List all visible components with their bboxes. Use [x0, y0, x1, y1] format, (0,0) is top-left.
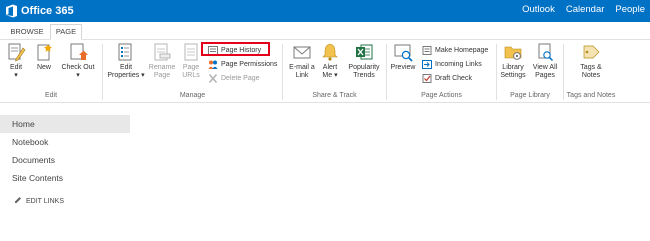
edit-dropdown-icon: ▾ — [14, 72, 18, 79]
delete-page-button[interactable]: Delete Page — [208, 73, 260, 84]
nav-item-documents[interactable]: Documents — [0, 151, 130, 169]
suite-bar: Office 365 Outlook Calendar People — [0, 0, 650, 22]
rename-page-button[interactable]: Rename Page — [148, 42, 176, 80]
homepage-icon — [422, 46, 432, 55]
bell-icon — [320, 42, 340, 62]
new-label: New — [36, 64, 51, 71]
incoming-links-icon — [422, 60, 432, 69]
email-link-label: E-mail a — [289, 64, 315, 71]
delete-x-icon — [208, 73, 218, 84]
edit-properties-label: Edit — [119, 64, 133, 71]
nav-people[interactable]: People — [615, 4, 645, 15]
envelope-icon — [292, 42, 312, 62]
tag-icon — [581, 42, 601, 62]
nav-item-notebook[interactable]: Notebook — [0, 133, 130, 151]
properties-icon — [116, 42, 136, 62]
make-homepage-label: Make Homepage — [435, 47, 489, 54]
tags-notes-label-2: Notes — [581, 72, 601, 79]
check-out-dropdown-icon: ▾ — [76, 72, 80, 79]
incoming-links-label: Incoming Links — [435, 61, 482, 68]
page-urls-label-2: URLs — [182, 72, 200, 79]
group-label-page-actions: Page Actions — [421, 92, 462, 99]
nav-item-home[interactable]: Home — [0, 115, 130, 133]
quick-launch: Home Notebook Documents Site Contents — [0, 115, 130, 187]
check-out-icon — [68, 42, 88, 62]
view-all-pages-icon — [535, 42, 555, 62]
edit-page-icon — [6, 42, 26, 62]
view-all-pages-button[interactable]: View All Pages — [530, 42, 560, 80]
pencil-icon — [14, 196, 22, 206]
popularity-trends-label: Popularity — [348, 64, 380, 71]
people-icon — [208, 60, 218, 69]
delete-page-label: Delete Page — [221, 75, 260, 82]
incoming-links-button[interactable]: Incoming Links — [422, 59, 482, 70]
ribbon-tab-row: BROWSE PAGE — [0, 22, 650, 40]
nav-calendar[interactable]: Calendar — [566, 4, 605, 15]
popularity-trends-button[interactable]: Popularity Trends — [344, 42, 384, 80]
tab-page[interactable]: PAGE — [50, 24, 82, 40]
preview-button[interactable]: Preview — [388, 42, 418, 72]
email-link-label-2: Link — [295, 72, 309, 79]
new-page-icon — [34, 42, 54, 62]
app-name: Office 365 — [21, 5, 74, 17]
popularity-trends-label-2: Trends — [353, 72, 375, 79]
edit-properties-label-2: Properties ▾ — [107, 72, 145, 79]
tags-notes-button[interactable]: Tags & Notes — [575, 42, 607, 80]
edit-links-button[interactable]: EDIT LINKS — [14, 196, 64, 206]
page-permissions-label: Page Permissions — [221, 61, 278, 68]
view-all-pages-label-2: Pages — [535, 72, 555, 79]
rename-page-icon — [152, 42, 172, 62]
group-label-page-library: Page Library — [510, 92, 550, 99]
library-settings-label-2: Settings — [500, 72, 526, 79]
page-urls-icon — [181, 42, 201, 62]
office-logo-icon — [5, 4, 18, 18]
preview-icon — [393, 42, 413, 62]
rename-label: Rename — [148, 64, 176, 71]
alert-me-label-2: Me ▾ — [322, 72, 338, 79]
check-out-label: Check Out — [61, 64, 95, 71]
nav-item-site-contents[interactable]: Site Contents — [0, 169, 130, 187]
check-out-button[interactable]: Check Out ▾ — [58, 42, 98, 80]
library-settings-label: Library — [502, 64, 524, 71]
suite-nav: Outlook Calendar People — [522, 4, 645, 15]
library-settings-button[interactable]: Library Settings — [498, 42, 528, 80]
excel-icon — [354, 42, 374, 62]
group-label-tags-notes: Tags and Notes — [566, 92, 616, 99]
view-all-pages-label: View All — [532, 64, 558, 71]
edit-properties-button[interactable]: Edit Properties ▾ — [104, 42, 148, 80]
page-urls-button[interactable]: Page URLs — [180, 42, 202, 80]
tab-browse[interactable]: BROWSE — [9, 25, 45, 39]
edit-links-label: EDIT LINKS — [26, 197, 64, 205]
email-link-button[interactable]: E-mail a Link — [286, 42, 318, 80]
draft-check-label: Draft Check — [435, 75, 472, 82]
draft-check-icon — [422, 74, 432, 83]
make-homepage-button[interactable]: Make Homepage — [422, 45, 488, 56]
ribbon: Edit ▾ New Check Out ▾ Edit Edit Propert… — [0, 40, 650, 103]
edit-label: Edit — [9, 64, 23, 71]
group-label-share-track: Share & Track — [312, 92, 357, 99]
library-settings-icon — [503, 42, 523, 62]
alert-me-label: Alert — [322, 64, 338, 71]
draft-check-button[interactable]: Draft Check — [422, 73, 472, 84]
rename-label-2: Page — [153, 72, 171, 79]
preview-label: Preview — [390, 64, 416, 71]
highlight-box — [201, 42, 270, 56]
page-urls-label: Page — [182, 64, 200, 71]
nav-outlook[interactable]: Outlook — [522, 4, 555, 15]
new-button[interactable]: New — [34, 42, 54, 72]
group-label-edit: Edit — [44, 92, 58, 99]
office365-logo[interactable]: Office 365 — [5, 3, 74, 19]
alert-me-button[interactable]: Alert Me ▾ — [320, 42, 340, 80]
tags-notes-label: Tags & — [580, 64, 602, 71]
page-permissions-button[interactable]: Page Permissions — [208, 59, 277, 70]
edit-button[interactable]: Edit ▾ — [6, 42, 26, 80]
group-label-manage: Manage — [179, 92, 206, 99]
